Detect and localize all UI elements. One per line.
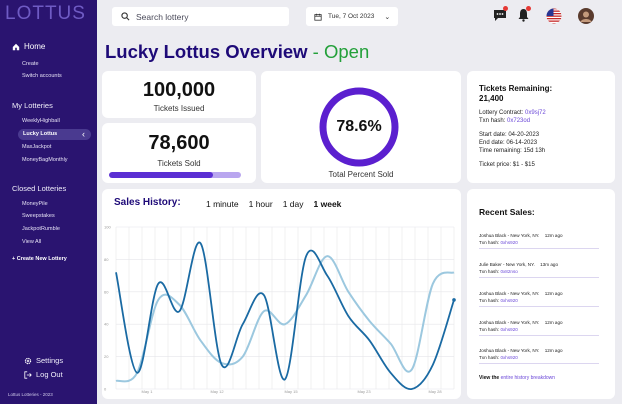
contract-txn: Txn hash: 0x723od bbox=[479, 118, 531, 124]
date-picker[interactable]: Tue, 7 Oct 2023 ⌄ bbox=[306, 7, 398, 26]
tickets-issued-card: 100,000 Tickets Issued bbox=[102, 71, 256, 118]
lottery-contract: Lottery Contract: 0x9sj72 bbox=[479, 110, 546, 116]
search-placeholder: Search lottery bbox=[136, 11, 189, 22]
nav-create[interactable]: Create bbox=[22, 61, 39, 67]
percent-sold-card: 78.6% Total Percent Sold bbox=[261, 71, 461, 183]
series-end-point bbox=[452, 298, 456, 302]
avatar-icon bbox=[578, 8, 594, 24]
copyright: Lottus Lotteries - 2023 bbox=[8, 392, 53, 397]
list-item[interactable]: Joshua Black - New York, NY. 12m ago Txn… bbox=[479, 291, 599, 307]
notifications-button[interactable] bbox=[517, 6, 533, 24]
page-title-text: Lucky Lottus Overview bbox=[105, 41, 308, 62]
y-tick-label: 100 bbox=[104, 225, 111, 230]
search-icon bbox=[121, 12, 130, 21]
top-bar: Search lottery Tue, 7 Oct 2023 ⌄ bbox=[97, 0, 622, 33]
closed-lotteries-heading: Closed Lotteries bbox=[12, 184, 67, 193]
sales-history-chart: 100 80 60 40 20 0 May 1 May 12 May 15 May 23 May 2… bbox=[104, 225, 456, 394]
tickets-sold-card: 78,600 Tickets Sold bbox=[102, 123, 256, 183]
y-tick-label: 60 bbox=[104, 289, 109, 294]
time-remaining: Time remaining: 15d 13h bbox=[479, 148, 546, 154]
notification-badge bbox=[526, 6, 531, 11]
logout-button[interactable]: Log Out bbox=[24, 370, 63, 379]
date-value: Tue, 7 Oct 2023 bbox=[328, 13, 375, 20]
end-date: End date: 06-14-2023 bbox=[479, 140, 538, 146]
y-tick-label: 80 bbox=[104, 257, 109, 262]
sidebar-item-weeklyhighball[interactable]: WeeklyHighball bbox=[22, 118, 60, 124]
list-item[interactable]: Joshua Black - New York, NY. 12m ago Txn… bbox=[479, 348, 599, 364]
nav-home-label: Home bbox=[24, 42, 46, 51]
tickets-sold-progress-fill bbox=[109, 172, 213, 178]
sidebar-item-moneybagmonthly[interactable]: MoneyBagMonthly bbox=[22, 157, 68, 163]
sidebar-item-sweepstakes[interactable]: Sweepstakes bbox=[22, 213, 55, 219]
txn-link[interactable]: 0x723od bbox=[507, 118, 530, 124]
tickets-issued-value: 100,000 bbox=[142, 79, 216, 101]
list-item[interactable]: Joshua Black - New York, NY. 12m ago Txn… bbox=[479, 233, 599, 249]
settings-button[interactable]: Settings bbox=[24, 356, 63, 365]
recent-sales-card: Recent Sales: Joshua Black - New York, N… bbox=[467, 189, 615, 399]
tickets-remaining-title: Tickets Remaining: bbox=[479, 84, 553, 93]
us-flag-icon bbox=[546, 8, 562, 24]
y-tick-label: 20 bbox=[104, 354, 109, 359]
percent-sold-label: Total Percent Sold bbox=[328, 170, 394, 179]
x-tick-label: May 15 bbox=[284, 389, 298, 394]
tickets-sold-progress bbox=[109, 172, 241, 178]
my-lotteries-heading: My Lotteries bbox=[12, 101, 53, 110]
app-logo: LOTTUS bbox=[5, 3, 86, 24]
tickets-issued-label: Tickets Issued bbox=[153, 104, 205, 113]
tickets-sold-label: Tickets Sold bbox=[157, 159, 201, 168]
y-tick-label: 40 bbox=[104, 322, 109, 327]
chevron-down-icon: ⌄ bbox=[384, 13, 391, 21]
tickets-sold-value: 78,600 bbox=[148, 132, 210, 154]
create-new-lottery-button[interactable]: + Create New Lottery bbox=[12, 256, 67, 262]
percent-ring: 78.6% bbox=[319, 87, 399, 167]
language-button[interactable] bbox=[546, 8, 562, 24]
logout-label: Log Out bbox=[36, 370, 63, 379]
x-tick-label: May 1 bbox=[142, 389, 154, 394]
ticket-price: Ticket price: $1 - $15 bbox=[479, 162, 535, 168]
view-history-link: View the entire history breakdown bbox=[479, 375, 556, 381]
x-tick-label: May 23 bbox=[357, 389, 371, 394]
sidebar-item-label: Lucky Lottus bbox=[23, 131, 58, 137]
percent-sold-value: 78.6% bbox=[336, 118, 382, 135]
start-date: Start date: 04-20-2023 bbox=[479, 132, 540, 138]
user-avatar[interactable] bbox=[578, 8, 594, 24]
page-title: Lucky Lottus Overview - Open bbox=[105, 41, 369, 63]
sidebar: LOTTUS Home Create Switch accounts My Lo… bbox=[0, 0, 97, 404]
sidebar-item-lucky-lottus[interactable]: Lucky Lottus ‹ bbox=[18, 129, 91, 140]
tickets-remaining-value: 21,400 bbox=[479, 94, 504, 103]
recent-sales-title: Recent Sales: bbox=[479, 207, 535, 217]
chat-badge bbox=[503, 6, 508, 11]
y-tick-label: 0 bbox=[104, 387, 107, 392]
sales-history-card: Sales History: 1 minute 1 hour 1 day 1 w… bbox=[102, 189, 461, 399]
tickets-remaining-card: Tickets Remaining: 21,400 Lottery Contra… bbox=[467, 71, 615, 183]
sidebar-item-moneypile[interactable]: MoneyPile bbox=[22, 201, 48, 207]
sidebar-item-maxjackpot[interactable]: MaxJackpot bbox=[22, 144, 51, 150]
settings-label: Settings bbox=[36, 356, 64, 365]
status-badge: Open bbox=[324, 41, 370, 62]
x-tick-label: May 12 bbox=[210, 389, 224, 394]
gear-icon bbox=[24, 357, 32, 364]
list-item[interactable]: Julie Baker - New York, NY. 13m ago Txn … bbox=[479, 262, 599, 278]
nav-home[interactable]: Home bbox=[12, 42, 45, 51]
contract-link[interactable]: 0x9sj72 bbox=[525, 110, 546, 116]
x-tick-label: May 28 bbox=[428, 389, 442, 394]
history-breakdown-link[interactable]: entire history breakdown bbox=[501, 375, 555, 381]
logout-icon bbox=[24, 370, 32, 379]
nav-switch-accounts[interactable]: Switch accounts bbox=[22, 73, 62, 79]
calendar-icon bbox=[314, 13, 322, 21]
chevron-left-icon: ‹ bbox=[82, 129, 85, 139]
sidebar-item-jackpotrumble[interactable]: JackpotRumble bbox=[22, 226, 60, 232]
sidebar-item-view-all[interactable]: View All bbox=[22, 239, 41, 245]
page-title-separator: - bbox=[307, 41, 324, 62]
list-item[interactable]: Joshua Black - New York, NY. 12m ago Txn… bbox=[479, 320, 599, 336]
home-icon bbox=[12, 43, 20, 50]
chat-button[interactable] bbox=[493, 6, 509, 24]
search-input[interactable]: Search lottery bbox=[112, 7, 289, 26]
